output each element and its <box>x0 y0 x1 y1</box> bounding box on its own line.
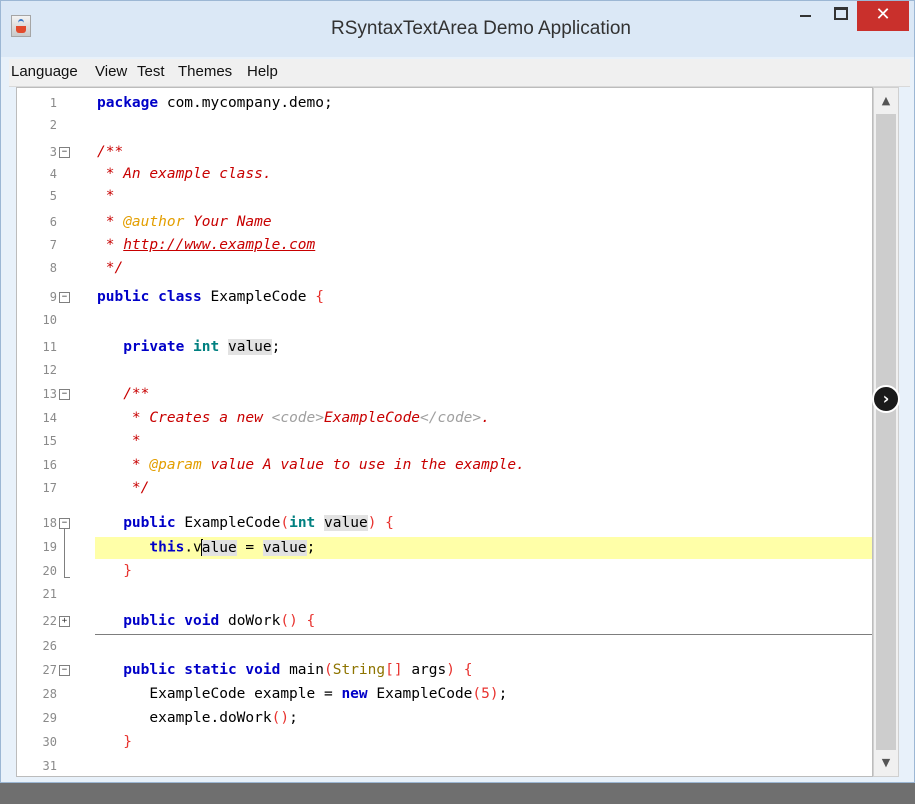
code-line: 13 − /** <box>17 384 872 406</box>
chevron-right-icon[interactable]: › <box>872 385 900 413</box>
line-number: 18 <box>42 516 57 530</box>
close-button[interactable]: ✕ <box>857 1 909 31</box>
line-number: 21 <box>42 587 57 601</box>
code-line: 17 */ <box>17 478 872 500</box>
line-number: 19 <box>42 540 57 554</box>
code-line: 10 <box>17 310 872 332</box>
code-line: 9 − public class ExampleCode { <box>17 287 872 309</box>
code-line: 29 example.doWork(); <box>17 708 872 730</box>
code-line: 8 */ <box>17 258 872 280</box>
menu-bar: Language View Test Themes Help <box>9 59 910 87</box>
collapse-fold-icon[interactable]: − <box>59 147 70 158</box>
code-line: 12 <box>17 360 872 382</box>
code-line: 2 <box>17 115 872 137</box>
code-line: 18 − public ExampleCode(int value) { <box>17 513 872 535</box>
line-number: 5 <box>49 189 57 203</box>
line-number: 31 <box>42 759 57 773</box>
line-number: 27 <box>42 663 57 677</box>
menu-help[interactable]: Help <box>247 63 278 80</box>
line-number: 3 <box>49 145 57 159</box>
minimize-button[interactable] <box>791 1 821 31</box>
code-line: 16 * @param value A value to use in the … <box>17 455 872 477</box>
maximize-button[interactable] <box>827 1 853 31</box>
line-number: 15 <box>42 434 57 448</box>
line-number: 4 <box>49 167 57 181</box>
menu-view[interactable]: View <box>95 63 127 80</box>
java-app-icon[interactable] <box>11 15 31 37</box>
vertical-scrollbar[interactable]: ▲ ▼ <box>873 87 899 777</box>
line-number: 10 <box>42 313 57 327</box>
code-line: 31 <box>17 756 872 778</box>
line-number: 22 <box>42 614 57 628</box>
line-number: 26 <box>42 639 57 653</box>
line-number: 17 <box>42 481 57 495</box>
close-icon: ✕ <box>875 4 891 25</box>
code-line: 26 <box>17 636 872 658</box>
collapse-fold-icon[interactable]: − <box>59 389 70 400</box>
line-number: 20 <box>42 564 57 578</box>
line-number: 29 <box>42 711 57 725</box>
code-line: 21 <box>17 584 872 606</box>
collapsed-fold-separator <box>95 634 872 635</box>
line-number: 11 <box>42 340 57 354</box>
menu-language[interactable]: Language <box>11 63 78 80</box>
code-editor[interactable]: 1 package com.mycompany.demo; 2 3 − /** … <box>16 87 873 777</box>
menu-test[interactable]: Test <box>137 63 165 80</box>
code-line: 15 * <box>17 431 872 453</box>
code-line: 7 * http://www.example.com <box>17 235 872 257</box>
line-number: 16 <box>42 458 57 472</box>
window-title: RSyntaxTextArea Demo Application <box>331 18 631 39</box>
collapse-fold-icon[interactable]: − <box>59 292 70 303</box>
line-number: 14 <box>42 411 57 425</box>
scroll-up-icon[interactable]: ▲ <box>874 90 898 112</box>
code-line: 28 ExampleCode example = new ExampleCode… <box>17 684 872 706</box>
line-number: 2 <box>49 118 57 132</box>
app-window: RSyntaxTextArea Demo Application ✕ Langu… <box>0 0 915 783</box>
line-number: 12 <box>42 363 57 377</box>
line-number: 13 <box>42 387 57 401</box>
code-line: 6 * @author Your Name <box>17 212 872 234</box>
title-bar[interactable]: RSyntaxTextArea Demo Application ✕ <box>1 1 914 57</box>
code-line: 14 * Creates a new <code>ExampleCode</co… <box>17 408 872 430</box>
line-number: 30 <box>42 735 57 749</box>
menu-themes[interactable]: Themes <box>178 63 232 80</box>
collapse-fold-icon[interactable]: − <box>59 665 70 676</box>
comment-link[interactable]: http://www.example.com <box>123 237 315 253</box>
line-number: 8 <box>49 261 57 275</box>
code-line: 3 − /** <box>17 142 872 164</box>
line-number: 1 <box>49 96 57 110</box>
current-code-line: 19 this.value = value; <box>17 537 872 559</box>
line-number: 28 <box>42 687 57 701</box>
code-line: 20 } <box>17 561 872 583</box>
code-line: 22 + public void doWork() { <box>17 611 872 633</box>
minimize-icon <box>800 15 811 17</box>
line-number: 7 <box>49 238 57 252</box>
scrollbar-thumb[interactable] <box>876 114 896 750</box>
expand-fold-icon[interactable]: + <box>59 616 70 627</box>
code-line: 1 package com.mycompany.demo; <box>17 93 872 115</box>
code-line: 4 * An example class. <box>17 164 872 186</box>
code-line: 11 private int value; <box>17 337 872 359</box>
code-line: 27 − public static void main(String[] ar… <box>17 660 872 682</box>
code-line: 30 } <box>17 732 872 754</box>
maximize-icon <box>834 7 848 20</box>
code-line: 5 * <box>17 186 872 208</box>
line-number: 9 <box>49 290 57 304</box>
line-number: 6 <box>49 215 57 229</box>
scroll-down-icon[interactable]: ▼ <box>874 752 898 774</box>
